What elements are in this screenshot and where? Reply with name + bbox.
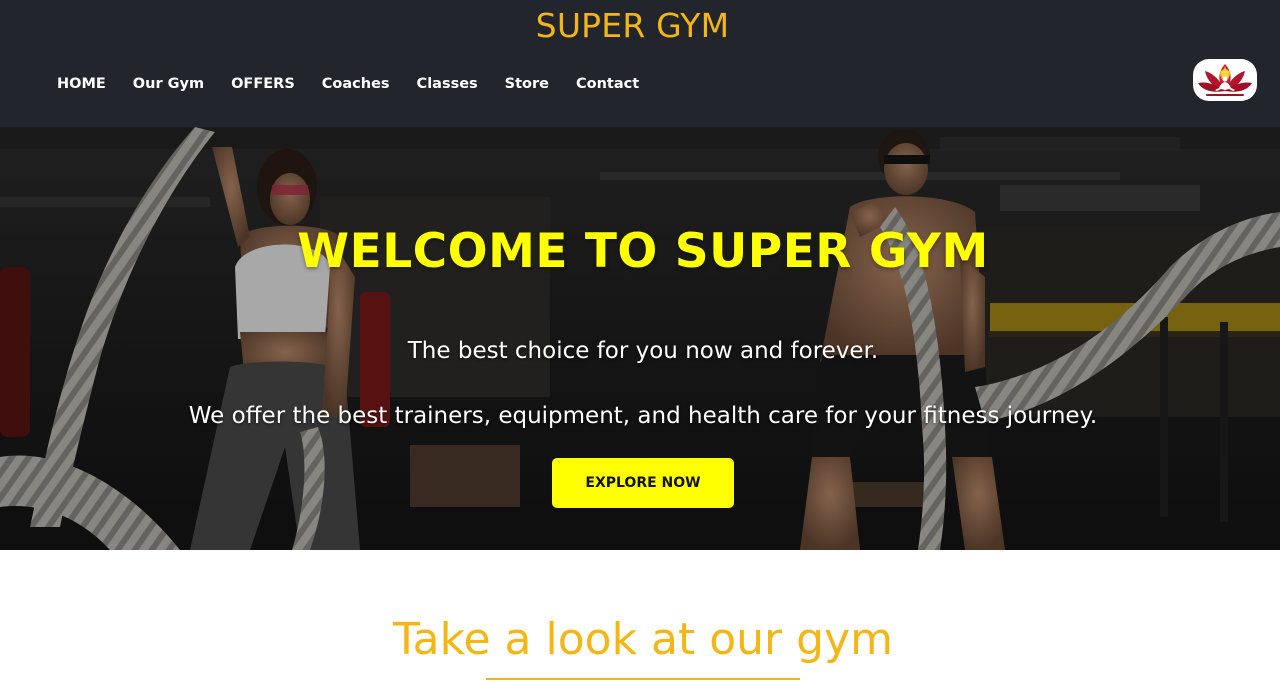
nav-offers[interactable]: OFFERS [231, 76, 295, 92]
nav-store[interactable]: Store [505, 76, 549, 92]
main-nav: HOME Our Gym OFFERS Coaches Classes Stor… [57, 76, 666, 92]
nav-classes[interactable]: Classes [417, 76, 478, 92]
section-title-underline [486, 678, 800, 680]
nav-coaches[interactable]: Coaches [322, 76, 390, 92]
site-header: SUPER GYM HOME Our Gym OFFERS Coaches Cl… [0, 0, 1280, 127]
site-brand-title: SUPER GYM [535, 6, 730, 45]
nav-our-gym[interactable]: Our Gym [133, 76, 204, 92]
hero-subtitle: The best choice for you now and forever. [407, 338, 879, 364]
gym-section-title: Take a look at our gym [393, 614, 893, 665]
nav-contact[interactable]: Contact [576, 76, 639, 92]
lotus-logo-icon[interactable] [1193, 59, 1257, 101]
hero-title: WELCOME TO SUPER GYM [297, 224, 989, 279]
explore-now-button[interactable]: EXPLORE NOW [552, 458, 734, 508]
hero-description: We offer the best trainers, equipment, a… [188, 403, 1098, 429]
nav-home[interactable]: HOME [57, 76, 106, 92]
hero-banner: WELCOME TO SUPER GYM The best choice for… [0, 127, 1280, 550]
